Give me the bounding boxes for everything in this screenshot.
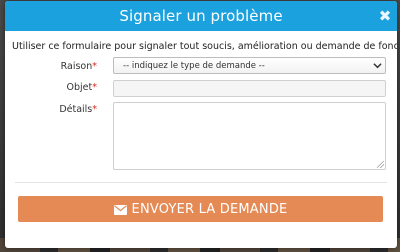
required-marker: * [92,82,97,93]
objet-label: Objet* [66,82,97,93]
chevron-down-icon [373,61,382,70]
details-textarea[interactable] [113,102,386,170]
raison-select-value: -- indiquez le type de demande -- [123,60,265,71]
dialog-title: Signaler un problème [119,7,283,25]
objet-input[interactable] [113,80,386,97]
details-label: Détails* [59,104,97,115]
dialog-header: Signaler un problème ✖ [5,1,397,31]
submit-label: ENVOYER LA DEMANDE [131,201,288,217]
resize-grip-icon[interactable] [377,161,384,168]
required-marker: * [92,104,97,115]
raison-select[interactable]: -- indiquez le type de demande -- [113,57,386,74]
intro-text: Utiliser ce formulaire pour signaler tou… [12,41,397,52]
submit-request-button[interactable]: ENVOYER LA DEMANDE [18,196,383,222]
envelope-icon [113,204,127,215]
raison-label: Raison* [60,61,97,72]
close-icon[interactable]: ✖ [377,7,393,25]
report-form: Raison* -- indiquez le type de demande -… [5,52,397,177]
form-divider [15,182,387,183]
report-problem-dialog: Signaler un problème ✖ Utiliser ce formu… [5,1,397,248]
required-marker: * [92,61,97,72]
